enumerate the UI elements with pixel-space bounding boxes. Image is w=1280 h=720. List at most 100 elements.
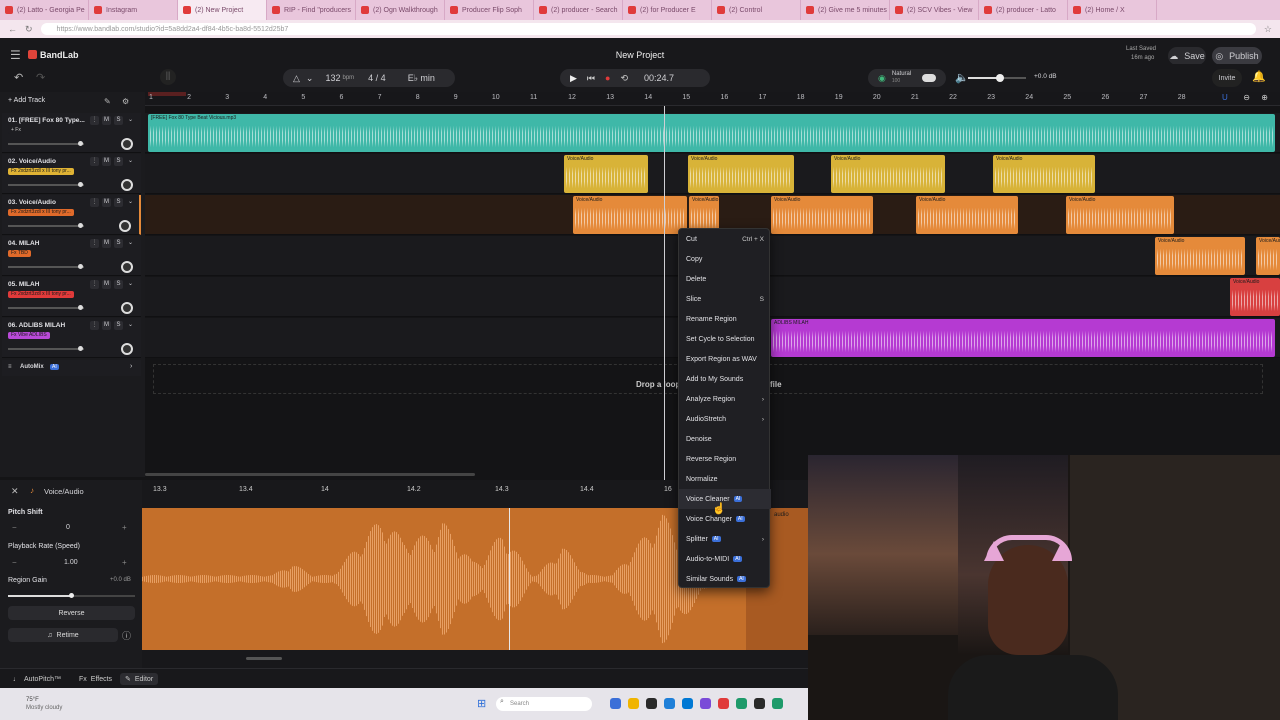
solo-button[interactable]: S: [114, 157, 123, 166]
track-volume-slider[interactable]: [8, 143, 84, 145]
pitch-plus-button[interactable]: +: [122, 523, 127, 532]
loop-icon[interactable]: ⟲: [620, 73, 628, 84]
publish-button[interactable]: ◎ Publish: [1212, 47, 1262, 65]
mute-button[interactable]: M: [102, 198, 111, 207]
taskbar-app-icon[interactable]: [736, 698, 747, 709]
metronome-icon[interactable]: △: [293, 73, 300, 84]
browser-tab[interactable]: (2) SCV Vibes - View: [890, 0, 979, 20]
audio-region[interactable]: Voice/Audio: [771, 196, 873, 234]
track-header[interactable]: 03. Voice/Audio Fx 2xdzrt3zdl x III tony …: [2, 195, 141, 235]
menu-item-normalize[interactable]: Normalize: [679, 469, 771, 489]
play-icon[interactable]: ▶: [570, 73, 577, 84]
browser-tab[interactable]: Instagram: [89, 0, 178, 20]
redo-icon[interactable]: ↷: [36, 71, 45, 84]
track-options-icon[interactable]: ⋮: [90, 280, 99, 289]
mute-button[interactable]: M: [102, 157, 111, 166]
editor-scrollbar[interactable]: [246, 657, 282, 660]
region-gain-slider[interactable]: [8, 593, 135, 598]
menu-item-cut[interactable]: Cut Ctrl + X: [679, 229, 771, 249]
track-volume-knob[interactable]: [78, 264, 83, 269]
browser-tab[interactable]: RIP - Find "producers: [267, 0, 356, 20]
windows-start-icon[interactable]: ⊞: [477, 697, 486, 710]
track-fx-chip[interactable]: Fx TBD: [8, 250, 31, 257]
back-icon[interactable]: ←: [8, 24, 17, 34]
zoom-in-icon[interactable]: ⊕: [1261, 93, 1268, 102]
chevron-down-icon[interactable]: ⌄: [306, 73, 314, 84]
track-name[interactable]: 05. MILAH: [8, 281, 39, 288]
editor-playhead[interactable]: [509, 508, 510, 650]
track-pan-dial[interactable]: [121, 138, 133, 150]
mute-button[interactable]: M: [102, 321, 111, 330]
autopitch-toggle[interactable]: [922, 74, 936, 82]
solo-button[interactable]: S: [114, 321, 123, 330]
menu-item-audio-to-midi[interactable]: Audio-to-MIDI AI: [679, 549, 771, 569]
refresh-icon[interactable]: ↻: [25, 24, 33, 35]
audio-region[interactable]: Voice/Audio: [831, 155, 945, 193]
taskbar-app-icon[interactable]: [754, 698, 765, 709]
audio-region[interactable]: Voice/Audio: [564, 155, 648, 193]
track-volume-slider[interactable]: [8, 307, 84, 309]
mute-button[interactable]: M: [102, 280, 111, 289]
zoom-out-icon[interactable]: ⊖: [1243, 93, 1250, 102]
taskbar-app-icon[interactable]: [682, 698, 693, 709]
track-lane[interactable]: Voice/Audio Voice/Audio Voice/Audio Voice/A…: [145, 154, 1280, 194]
browser-tab[interactable]: (2) New Project: [178, 0, 267, 20]
wand-icon[interactable]: ✎: [104, 97, 111, 106]
info-icon[interactable]: ⓘ: [122, 629, 131, 642]
track-fx-chip[interactable]: Fx 2xdzrt3zdl x III tony pr...: [8, 291, 74, 298]
audio-region[interactable]: Voice/Audio: [1256, 237, 1280, 275]
key-signature[interactable]: E♭ min: [408, 73, 435, 84]
magnet-icon[interactable]: U: [1222, 93, 1232, 103]
undo-icon[interactable]: ↶: [14, 71, 23, 84]
track-name[interactable]: 02. Voice/Audio: [8, 158, 56, 165]
track-options-icon[interactable]: ⋮: [90, 321, 99, 330]
browser-tab[interactable]: (2) Latto - Georgia Pe: [0, 0, 89, 20]
audio-region[interactable]: Voice/Audio: [993, 155, 1095, 193]
track-name[interactable]: 04. MILAH: [8, 240, 39, 247]
track-header[interactable]: 01. [FREE] Fox 80 Type... + Fx ⋮ M S ⌄: [2, 113, 141, 153]
playback-value[interactable]: 1.00: [64, 559, 78, 566]
track-volume-slider[interactable]: [8, 266, 84, 268]
chevron-down-icon[interactable]: ⌄: [126, 116, 135, 125]
track-options-icon[interactable]: ⋮: [90, 239, 99, 248]
horizontal-scrollbar[interactable]: [145, 473, 475, 476]
taskbar-app-icon[interactable]: [664, 698, 675, 709]
mute-button[interactable]: M: [102, 239, 111, 248]
menu-item-rename-region[interactable]: Rename Region: [679, 309, 771, 329]
menu-item-analyze-region[interactable]: Analyze Region ›: [679, 389, 771, 409]
url-field[interactable]: https://www.bandlab.com/studio?id=5a8dd2…: [40, 23, 1256, 35]
track-options-icon[interactable]: ⋮: [90, 116, 99, 125]
chevron-down-icon[interactable]: ⌄: [126, 239, 135, 248]
chevron-down-icon[interactable]: ⌄: [126, 157, 135, 166]
bell-icon[interactable]: 🔔: [1252, 70, 1266, 83]
menu-item-splitter[interactable]: Splitter AI ›: [679, 529, 771, 549]
invite-button[interactable]: Invite: [1212, 69, 1242, 87]
track-name[interactable]: 01. [FREE] Fox 80 Type...: [8, 117, 85, 124]
solo-button[interactable]: S: [114, 239, 123, 248]
mute-button[interactable]: M: [102, 116, 111, 125]
track-volume-knob[interactable]: [78, 141, 83, 146]
settings-icon[interactable]: ⚙: [122, 97, 129, 106]
pitch-value[interactable]: 0: [66, 524, 70, 531]
track-fx-chip[interactable]: Fx Vibe ADLIBS: [8, 332, 50, 339]
track-volume-slider[interactable]: [8, 225, 84, 227]
browser-tab[interactable]: (2) producer - Search: [534, 0, 623, 20]
rate-minus-button[interactable]: −: [12, 558, 17, 567]
mixer-icon[interactable]: ⦀: [160, 69, 176, 85]
master-volume-slider[interactable]: [968, 74, 1026, 82]
taskbar-app-icon[interactable]: [628, 698, 639, 709]
tab-autopitch[interactable]: ♩ AutoPitch™: [8, 673, 66, 685]
track-name[interactable]: 03. Voice/Audio: [8, 199, 56, 206]
pitch-minus-button[interactable]: −: [12, 523, 17, 532]
tempo-value[interactable]: 132: [325, 73, 340, 83]
menu-item-audiostretch[interactable]: AudioStretch ›: [679, 409, 771, 429]
save-button[interactable]: ☁ Save: [1168, 47, 1206, 65]
browser-tab[interactable]: (2) Ogn Walkthrough: [356, 0, 445, 20]
audio-region[interactable]: Voice/Audio: [573, 196, 687, 234]
audio-region[interactable]: [FREE] Fox 80 Type Beat Vicious.mp3: [148, 114, 1275, 152]
track-volume-slider[interactable]: [8, 184, 84, 186]
solo-button[interactable]: S: [114, 280, 123, 289]
track-volume-knob[interactable]: [78, 305, 83, 310]
track-header[interactable]: 06. ADLIBS MILAH Fx Vibe ADLIBS ⋮ M S ⌄: [2, 318, 141, 358]
timeline-ruler[interactable]: U ⊖ ⊕ 1 2 3 4 5 6 7 8 9 10 11 12 13 14 15 16 17 18 19 20 21 2…: [145, 92, 1280, 106]
